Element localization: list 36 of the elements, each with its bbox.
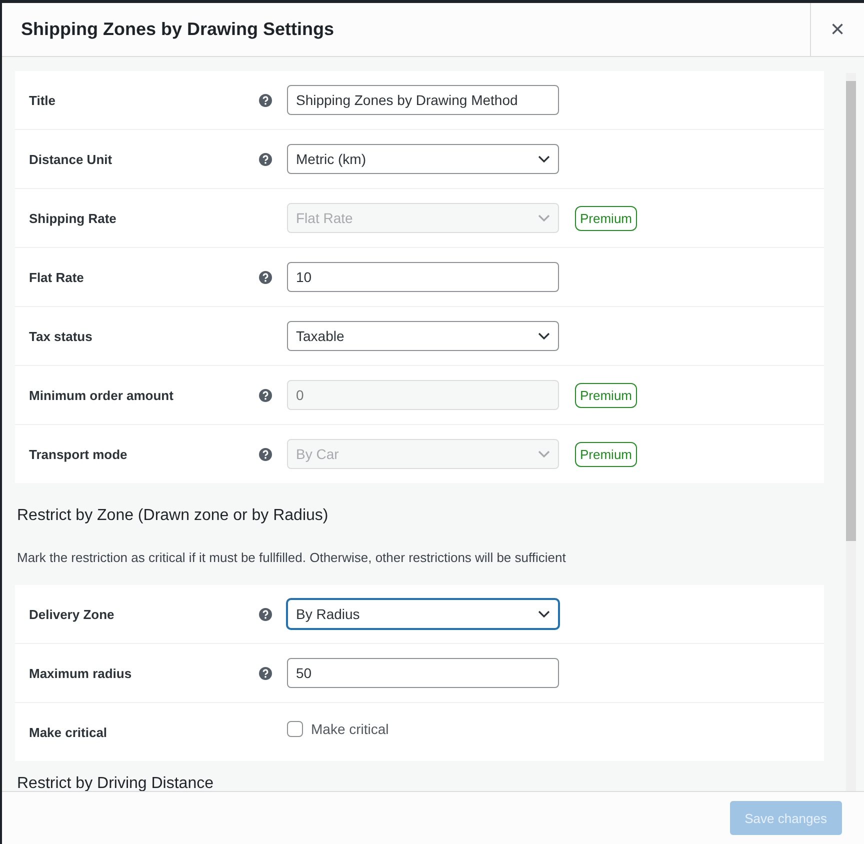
help-icon[interactable] [259, 94, 272, 106]
chevron-down-icon [538, 610, 550, 618]
dropdown[interactable]: By Radius [287, 599, 559, 629]
section-heading: Restrict by Driving Distance [16, 774, 214, 791]
checkbox[interactable] [287, 721, 303, 737]
text-field[interactable]: 10 [287, 262, 559, 292]
chevron-down-icon [538, 332, 550, 340]
field-label: Distance Unit [28, 152, 114, 166]
field-label: Transport mode [28, 446, 128, 462]
field-label: Delivery Zone [28, 606, 116, 622]
help-icon[interactable] [259, 608, 272, 620]
premium-badge: Premium [575, 382, 638, 408]
chevron-down-icon [538, 450, 550, 458]
scrollbar[interactable] [846, 73, 856, 791]
help-icon[interactable] [259, 270, 272, 284]
text-field[interactable]: 50 [287, 658, 559, 688]
field-label: Minimum order amount [28, 388, 174, 402]
chevron-down-icon [538, 214, 550, 222]
field-label: Maximum radius [28, 666, 133, 680]
field-label: Title [28, 92, 56, 108]
text-field[interactable]: Shipping Zones by Drawing Method [287, 85, 559, 115]
field-label: Flat Rate [28, 270, 85, 284]
premium-badge: Premium [575, 442, 638, 466]
checkbox-label[interactable]: Make critical [311, 721, 389, 737]
help-icon[interactable] [259, 152, 272, 166]
dropdown[interactable]: Metric (km) [287, 144, 559, 174]
dropdown[interactable]: Taxable [287, 321, 559, 351]
premium-badge: Premium [575, 206, 638, 230]
dialog-title: Shipping Zones by Drawing Settings [20, 18, 336, 41]
chevron-down-icon [538, 155, 550, 163]
field-label: Shipping Rate [28, 210, 118, 226]
section-heading: Restrict by Zone (Drawn zone or by Radius) [16, 506, 330, 525]
field-label: Tax status [28, 328, 94, 344]
field-label: Make critical [28, 724, 108, 740]
help-icon[interactable] [259, 666, 272, 680]
section-description: Mark the restriction as critical if it must be fullfilled. Otherwise, other restrictions will be sufficient [16, 549, 567, 567]
